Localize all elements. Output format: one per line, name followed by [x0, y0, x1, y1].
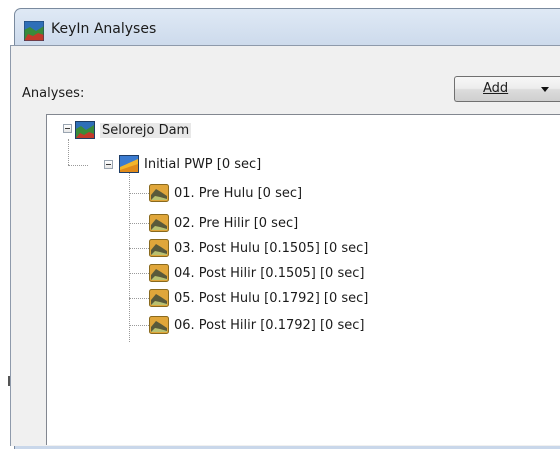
chevron-down-icon[interactable]: [541, 87, 549, 92]
analysis-slope-icon: [149, 264, 169, 282]
analysis-slope-icon: [149, 239, 169, 257]
tree-item-label: 03. Post Hulu [0.1505] [0 sec]: [174, 240, 369, 256]
tree-item-label: Selorejo Dam: [100, 122, 192, 138]
analysis-slope-icon: [149, 289, 169, 307]
tree-item-analysis[interactable]: 01. Pre Hulu [0 sec]: [149, 182, 302, 204]
analysis-slope-icon: [149, 316, 169, 334]
tree-item-label: 01. Pre Hulu [0 sec]: [174, 185, 303, 201]
analysis-slope-icon: [149, 214, 169, 232]
tree-connector: [129, 298, 149, 299]
collapse-toggle-initial[interactable]: [104, 160, 113, 169]
keyin-analyses-icon: [24, 21, 44, 41]
tree-connector: [68, 165, 88, 166]
tree-connector: [129, 248, 149, 249]
title-bar[interactable]: KeyIn Analyses: [15, 9, 560, 49]
window-title: KeyIn Analyses: [51, 21, 157, 37]
tree-connector: [129, 193, 149, 194]
tree-item-label: 04. Post Hilir [0.1505] [0 sec]: [174, 265, 365, 281]
tree-connector: [129, 223, 149, 224]
tree-connector: [129, 273, 149, 274]
tree-item-label: Initial PWP [0 sec]: [144, 156, 262, 172]
initial-pwp-icon: [119, 155, 139, 173]
tree-item-selorejo-dam[interactable]: Selorejo Dam: [75, 119, 192, 141]
add-button-label: Add: [483, 81, 509, 96]
tree-connector: [68, 139, 69, 165]
analyses-tree[interactable]: Selorejo Dam Initial PWP [0 sec] 01. Pre…: [46, 114, 560, 445]
collapse-toggle-root[interactable]: [63, 124, 72, 133]
tree-item-analysis[interactable]: 05. Post Hulu [0.1792] [0 sec]: [149, 287, 368, 309]
tree-item-analysis[interactable]: 03. Post Hulu [0.1505] [0 sec]: [149, 237, 368, 259]
tree-item-analysis[interactable]: 06. Post Hilir [0.1792] [0 sec]: [149, 314, 364, 336]
tree-item-label: 02. Pre Hilir [0 sec]: [174, 215, 299, 231]
tree-item-analysis[interactable]: 04. Post Hilir [0.1505] [0 sec]: [149, 262, 364, 284]
analyses-label: Analyses:: [22, 86, 85, 101]
analysis-slope-icon: [149, 184, 169, 202]
tree-item-analysis[interactable]: 02. Pre Hilir [0 sec]: [149, 212, 298, 234]
tree-item-initial-pwp[interactable]: Initial PWP [0 sec]: [119, 153, 261, 175]
tree-connector: [129, 171, 130, 342]
add-button[interactable]: Add: [454, 76, 560, 102]
tree-connector: [129, 325, 149, 326]
tree-item-label: 05. Post Hulu [0.1792] [0 sec]: [174, 290, 369, 306]
window-edge-mark: [8, 376, 10, 386]
project-icon: [75, 121, 95, 139]
tree-item-label: 06. Post Hilir [0.1792] [0 sec]: [174, 317, 365, 333]
